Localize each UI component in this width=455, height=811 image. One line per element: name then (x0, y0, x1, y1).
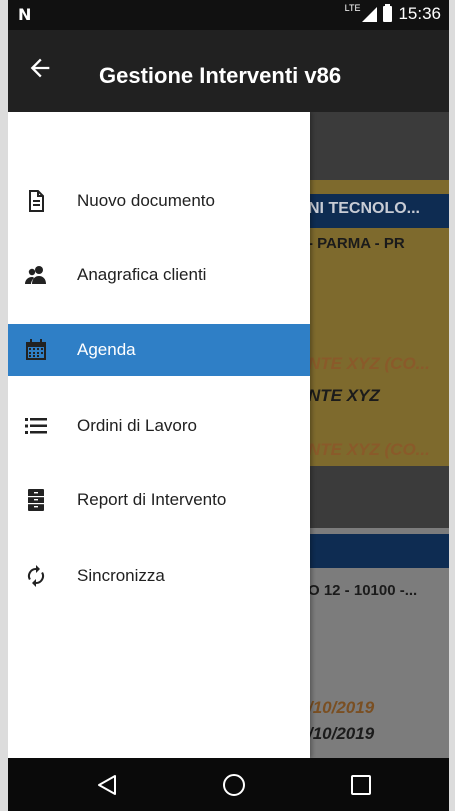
drawer-item-label: Report di Intervento (77, 490, 227, 509)
report-icon (28, 489, 44, 511)
back-nav-icon[interactable] (96, 774, 118, 796)
navigation-drawer: Nuovo documento Anagrafica clienti Agend… (8, 112, 310, 758)
card-header-text: NI TECNOLO... (308, 200, 420, 217)
drawer-item-anagrafica-clienti[interactable]: Anagrafica clienti (8, 249, 310, 301)
frame-edge-right (449, 0, 455, 811)
screen: N LTE 15:36 Gestione Interventi v86 NI T… (0, 0, 455, 811)
app-bar: Gestione Interventi v86 (8, 30, 449, 112)
card-address: - PARMA - PR (308, 235, 405, 252)
page-title: Gestione Interventi v86 (99, 63, 342, 88)
signal-icon (362, 6, 378, 22)
battery-icon (383, 4, 393, 22)
card-client: NTE XYZ (CO... (308, 354, 430, 373)
frame-edge-left (0, 0, 8, 811)
drawer-item-agenda[interactable]: Agenda (8, 324, 310, 376)
drawer-item-sincronizza[interactable]: Sincronizza (8, 550, 310, 602)
card-client: NTE XYZ (308, 386, 380, 405)
drawer-item-label: Anagrafica clienti (77, 265, 207, 284)
list-icon (25, 418, 47, 434)
card-client: NTE XYZ (CO... (308, 440, 430, 459)
back-arrow-icon[interactable] (26, 54, 54, 82)
recents-nav-icon[interactable] (350, 774, 372, 796)
drawer-item-label: Sincronizza (77, 566, 165, 585)
drawer-item-report-di-intervento[interactable]: Report di Intervento (8, 474, 310, 526)
clock: 15:36 (398, 4, 441, 23)
drawer-item-label: Ordini di Lavoro (77, 416, 198, 435)
network-type: LTE (344, 3, 361, 13)
home-nav-icon[interactable] (222, 773, 246, 797)
sync-icon (27, 565, 45, 587)
drawer-item-label: Nuovo documento (77, 191, 215, 210)
drawer-item-ordini-di-lavoro[interactable]: Ordini di Lavoro (8, 400, 310, 452)
document-icon (29, 190, 44, 212)
carrier-icon: N (18, 5, 32, 24)
system-nav-bar (8, 758, 449, 811)
calendar-icon (26, 339, 46, 360)
people-icon (25, 266, 46, 284)
card-date: /10/2019 (308, 698, 375, 717)
status-bar: N LTE 15:36 (8, 0, 449, 30)
drawer-item-nuovo-documento[interactable]: Nuovo documento (8, 175, 310, 227)
card-date: /10/2019 (308, 724, 375, 743)
card-address: O 12 - 10100 -... (308, 582, 418, 599)
drawer-item-label: Agenda (77, 340, 136, 359)
